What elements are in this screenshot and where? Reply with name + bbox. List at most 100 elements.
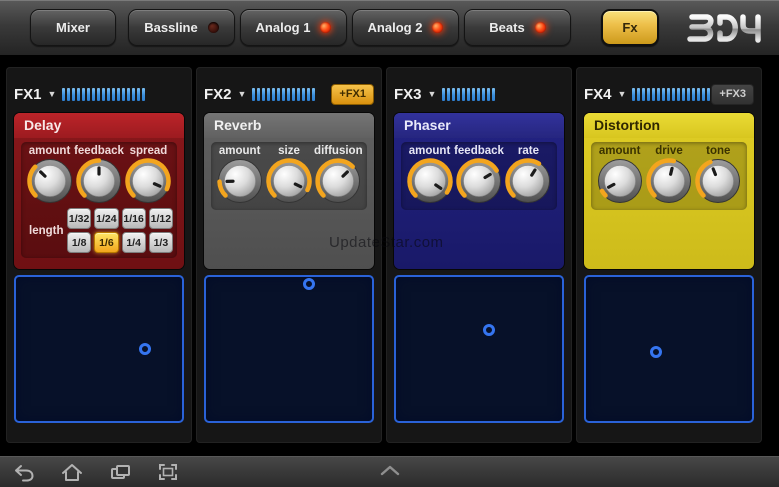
- xy-pad-fx4[interactable]: [584, 275, 754, 423]
- knob-diffusion[interactable]: [314, 157, 363, 205]
- knob-label-tone: tone: [706, 145, 731, 157]
- fx-selector-fx1[interactable]: FX1 ▼: [14, 86, 56, 103]
- meter-bar: [122, 87, 126, 101]
- xy-pad-marker[interactable]: [649, 345, 662, 358]
- length-option-1-24[interactable]: 1/24: [94, 208, 119, 229]
- topbar-button-label: Fx: [622, 20, 638, 35]
- knob-spread[interactable]: [124, 157, 173, 205]
- meter-bar: [707, 87, 711, 101]
- chevron-down-icon: ▼: [427, 88, 437, 99]
- meter-bar: [297, 87, 301, 101]
- fx-selector-fx2[interactable]: FX2 ▼: [204, 86, 246, 103]
- length-option-1-12[interactable]: 1/12: [148, 208, 173, 229]
- meter-bar: [442, 87, 446, 101]
- fx-rack: FX1 ▼ Delay amount feedback spread length 1/32 1…: [0, 63, 779, 447]
- knob-label-rate: rate: [517, 145, 540, 157]
- meter-bar: [267, 87, 271, 101]
- effect-panel-distortion: Distortion amount drive tone: [584, 113, 754, 269]
- chevron-down-icon: ▼: [47, 88, 57, 99]
- xy-pad-fx1[interactable]: [14, 275, 184, 423]
- topbar-button-label: Bassline: [144, 20, 198, 35]
- meter-bar: [262, 87, 266, 101]
- knob-rate[interactable]: [504, 157, 553, 205]
- knob-amount[interactable]: [405, 157, 454, 205]
- meter-bar: [472, 87, 476, 101]
- knob-section: amount feedback spread length 1/32 1/24 1/16 1/…: [21, 142, 177, 258]
- back-icon[interactable]: [12, 461, 36, 483]
- chevron-up-icon[interactable]: [379, 463, 401, 481]
- meter-bar: [277, 87, 281, 101]
- xy-pad-marker[interactable]: [482, 324, 495, 337]
- meter-bar: [137, 87, 141, 101]
- meter-bar: [677, 87, 681, 101]
- topbar-button-label: Analog 2: [367, 20, 423, 35]
- knob-tone[interactable]: [694, 157, 743, 205]
- meter-bar: [687, 87, 691, 101]
- meter-bar: [282, 87, 286, 101]
- meter-bar: [252, 87, 256, 101]
- meter-bar: [312, 87, 316, 101]
- topbar-button-bassline[interactable]: Bassline: [128, 9, 235, 46]
- knob-label-amount: amount: [408, 145, 451, 157]
- length-option-1-32[interactable]: 1/32: [67, 208, 92, 229]
- topbar-button-beats[interactable]: Beats: [464, 9, 571, 46]
- knob-label-feedback: feedback: [454, 145, 504, 157]
- topbar-button-analog-1[interactable]: Analog 1: [240, 9, 347, 46]
- led-on-icon: [534, 22, 546, 33]
- meter-bar: [102, 87, 106, 101]
- knob-amount[interactable]: [215, 157, 264, 205]
- knob-size[interactable]: [264, 157, 313, 205]
- meter-bar: [652, 87, 656, 101]
- meter-bar: [667, 87, 671, 101]
- chain-badge-+fx1[interactable]: +FX1: [331, 83, 374, 105]
- meter-bar: [452, 87, 456, 101]
- topbar-button-mixer[interactable]: Mixer: [30, 9, 116, 46]
- knob-drive[interactable]: [644, 157, 693, 205]
- fx-label: FX3: [394, 85, 422, 103]
- fx-column-fx1: FX1 ▼ Delay amount feedback spread length 1/32 1…: [6, 67, 192, 443]
- length-label: length: [29, 224, 64, 237]
- chain-badge-+fx3[interactable]: +FX3: [711, 83, 754, 105]
- topbar-button-analog-2[interactable]: Analog 2: [352, 9, 459, 46]
- length-option-1-8[interactable]: 1/8: [67, 232, 92, 253]
- recent-apps-icon[interactable]: [108, 461, 132, 483]
- knob-amount[interactable]: [595, 157, 644, 205]
- length-selector: length 1/32 1/24 1/16 1/12 1/8 1/6 1/4 1/3: [25, 208, 173, 253]
- android-navbar: [0, 456, 779, 487]
- knob-feedback[interactable]: [454, 157, 503, 205]
- length-option-1-4[interactable]: 1/4: [121, 232, 146, 253]
- fx-header: FX4 ▼ +FX3: [584, 81, 754, 107]
- level-meter: [632, 87, 711, 101]
- knob-label-amount: amount: [218, 145, 261, 157]
- xy-pad-fx3[interactable]: [394, 275, 564, 423]
- length-option-1-6[interactable]: 1/6: [94, 232, 119, 253]
- knob-section: amount feedback rate: [401, 142, 557, 210]
- knob-labels: amount feedback spread: [25, 145, 173, 157]
- meter-bar: [642, 87, 646, 101]
- chevron-down-icon: ▼: [617, 88, 627, 99]
- fx-selector-fx3[interactable]: FX3 ▼: [394, 86, 436, 103]
- screenshot-icon[interactable]: [156, 461, 180, 483]
- fx-column-fx4: FX4 ▼ +FX3 Distortion amount drive tone: [576, 67, 762, 443]
- xy-pad-fx2[interactable]: [204, 275, 374, 423]
- length-option-1-16[interactable]: 1/16: [121, 208, 146, 229]
- length-option-1-3[interactable]: 1/3: [148, 232, 173, 253]
- meter-bar: [87, 87, 91, 101]
- level-meter: [62, 87, 146, 101]
- meter-bar: [292, 87, 296, 101]
- topbar: Mixer Bassline Analog 1 Analog 2 Beats Fx: [0, 0, 779, 57]
- xy-pad-marker[interactable]: [302, 278, 315, 291]
- effect-panel-phaser: Phaser amount feedback rate: [394, 113, 564, 269]
- meter-bar: [467, 87, 471, 101]
- home-icon[interactable]: [60, 461, 84, 483]
- knob-label-drive: drive: [655, 145, 683, 157]
- knob-amount[interactable]: [25, 157, 74, 205]
- meter-bar: [82, 87, 86, 101]
- topbar-button-fx[interactable]: Fx: [601, 9, 659, 46]
- knob-feedback[interactable]: [74, 157, 123, 205]
- fx-selector-fx4[interactable]: FX4 ▼: [584, 86, 626, 103]
- meter-bar: [92, 87, 96, 101]
- xy-pad-marker[interactable]: [139, 343, 152, 355]
- meter-bar: [637, 87, 641, 101]
- knob-label-diffusion: diffusion: [314, 145, 363, 157]
